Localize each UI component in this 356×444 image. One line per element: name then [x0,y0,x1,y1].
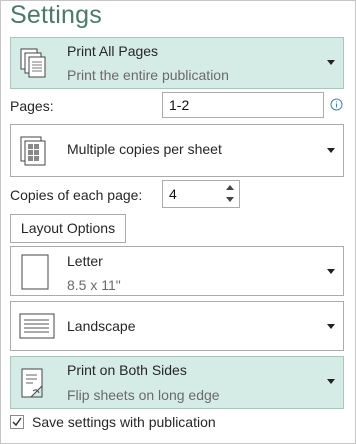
duplex-sublabel: Flip sheets on long edge [67,387,220,403]
page-title: Settings [10,1,102,29]
grid-pages-icon [19,135,53,172]
landscape-page-icon [19,313,55,344]
chevron-down-icon [327,148,335,153]
paper-size-sublabel: 8.5 x 11" [67,277,121,293]
layout-options-button[interactable]: Layout Options [10,214,126,243]
pages-stack-icon [19,47,49,84]
decrement-arrow-icon[interactable] [226,197,234,202]
info-icon[interactable] [330,98,343,116]
duplex-page-icon [19,367,49,406]
orientation-label: Landscape [67,318,136,334]
checkmark-icon [12,417,22,427]
print-pages-sublabel: Print the entire publication [67,67,229,83]
copies-value: 4 [169,186,177,202]
duplex-label: Print on Both Sides [67,362,187,378]
pages-label: Pages: [10,98,54,114]
chevron-down-icon [327,269,335,274]
pages-input[interactable] [162,92,324,118]
orientation-dropdown[interactable]: Landscape [10,301,344,351]
chevron-down-icon [327,324,335,329]
print-pages-label: Print All Pages [67,43,159,59]
save-settings-checkbox[interactable] [10,415,24,429]
chevron-down-icon [327,60,335,65]
chevron-down-icon [327,379,335,384]
copies-label: Copies of each page: [10,187,143,203]
paper-portrait-icon [21,254,49,295]
copies-stepper[interactable]: 4 [162,180,240,208]
print-pages-dropdown[interactable]: Print All Pages Print the entire publica… [10,37,344,89]
paper-size-label: Letter [67,253,103,269]
paper-size-dropdown[interactable]: Letter 8.5 x 11" [10,246,344,296]
increment-arrow-icon[interactable] [226,185,234,190]
layout-dropdown[interactable]: Multiple copies per sheet [10,124,344,177]
duplex-dropdown[interactable]: Print on Both Sides Flip sheets on long … [10,356,344,409]
save-settings-label: Save settings with publication [32,414,216,430]
layout-label: Multiple copies per sheet [67,141,222,157]
